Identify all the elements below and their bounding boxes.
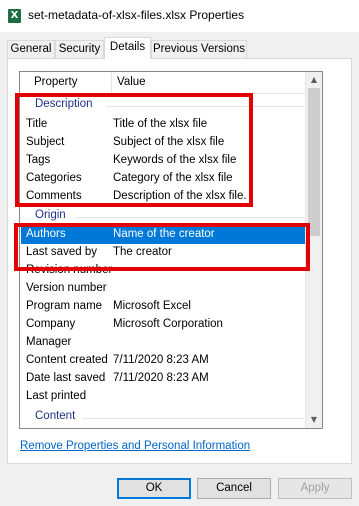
- list-item[interactable]: Program name Microsoft Excel: [21, 298, 305, 316]
- property-name: Date last saved: [26, 372, 106, 384]
- group-content: Content: [35, 410, 76, 422]
- property-column-header[interactable]: Property: [34, 76, 77, 88]
- property-name: Tags: [26, 154, 51, 166]
- property-name: Company: [26, 318, 76, 330]
- list-item[interactable]: Last printed: [21, 388, 305, 406]
- property-name: Comments: [26, 190, 82, 202]
- property-name: Version number: [26, 282, 107, 294]
- vertical-scrollbar[interactable]: ▲ ▼: [305, 72, 322, 428]
- property-name: Program name: [26, 300, 103, 312]
- list-item[interactable]: Categories Category of the xlsx file: [21, 170, 305, 188]
- property-name: Last printed: [26, 390, 87, 402]
- value-column-header[interactable]: Value: [117, 76, 146, 88]
- property-name: Title: [26, 118, 48, 130]
- group-divider: [76, 217, 304, 218]
- tab-security[interactable]: Security: [55, 40, 104, 58]
- title-bar: set-metadata-of-xlsx-files.xlsx Properti…: [0, 0, 359, 32]
- property-value: 7/11/2020 8:23 AM: [113, 372, 209, 384]
- list-item[interactable]: Version number: [21, 280, 305, 298]
- group-description: Description: [35, 98, 93, 110]
- apply-button[interactable]: Apply: [278, 478, 352, 499]
- list-item[interactable]: Tags Keywords of the xlsx file: [21, 152, 305, 170]
- column-header: Property Value: [20, 72, 306, 94]
- list-item[interactable]: Revision number: [21, 262, 305, 280]
- property-name: Content created: [26, 354, 108, 366]
- tab-previous-versions[interactable]: Previous Versions: [151, 40, 247, 58]
- scroll-down-icon[interactable]: ▼: [306, 412, 322, 428]
- property-value: Subject of the xlsx file: [113, 136, 225, 148]
- tab-general[interactable]: General: [7, 40, 55, 58]
- property-name: Authors: [26, 228, 66, 240]
- list-item[interactable]: Manager: [21, 334, 305, 352]
- property-value: The creator: [113, 246, 172, 258]
- property-value: Category of the xlsx file: [113, 172, 233, 184]
- property-name: Revision number: [26, 264, 113, 276]
- property-value: Keywords of the xlsx file: [113, 154, 237, 166]
- list-item[interactable]: Subject Subject of the xlsx file: [21, 134, 305, 152]
- cancel-button[interactable]: Cancel: [197, 478, 271, 499]
- property-value: 7/11/2020 8:23 AM: [113, 354, 209, 366]
- window-title: set-metadata-of-xlsx-files.xlsx Properti…: [28, 8, 245, 22]
- ok-button[interactable]: OK: [117, 478, 191, 499]
- group-divider: [82, 418, 304, 419]
- list-item[interactable]: Content created 7/11/2020 8:23 AM: [21, 352, 305, 370]
- excel-file-icon: [8, 9, 21, 23]
- list-item[interactable]: Company Microsoft Corporation: [21, 316, 305, 334]
- tab-details[interactable]: Details: [104, 37, 151, 59]
- property-name: Last saved by: [26, 246, 97, 258]
- property-value: Name of the creator: [113, 228, 215, 240]
- list-item[interactable]: Title Title of the xlsx file: [21, 116, 305, 134]
- list-item-selected[interactable]: Authors Name of the creator: [21, 226, 305, 244]
- tab-strip: General Security Details Previous Versio…: [0, 37, 359, 59]
- scroll-up-icon[interactable]: ▲: [306, 72, 322, 88]
- property-name: Categories: [26, 172, 82, 184]
- scroll-thumb[interactable]: [308, 88, 320, 236]
- list-item[interactable]: Date last saved 7/11/2020 8:23 AM: [21, 370, 305, 388]
- property-value: Microsoft Excel: [113, 300, 191, 312]
- remove-properties-link[interactable]: Remove Properties and Personal Informati…: [20, 440, 250, 452]
- column-divider[interactable]: [111, 72, 112, 93]
- property-name: Subject: [26, 136, 65, 148]
- list-item[interactable]: Comments Description of the xlsx file.: [21, 188, 305, 206]
- list-item[interactable]: Last saved by The creator: [21, 244, 305, 262]
- group-origin: Origin: [35, 209, 66, 221]
- properties-list[interactable]: Property Value Description Title Title o…: [19, 71, 323, 429]
- property-value: Description of the xlsx file.: [113, 190, 247, 202]
- property-name: Manager: [26, 336, 72, 348]
- property-value: Microsoft Corporation: [113, 318, 223, 330]
- details-panel: Property Value Description Title Title o…: [7, 58, 352, 464]
- group-divider: [106, 106, 304, 107]
- property-value: Title of the xlsx file: [113, 118, 208, 130]
